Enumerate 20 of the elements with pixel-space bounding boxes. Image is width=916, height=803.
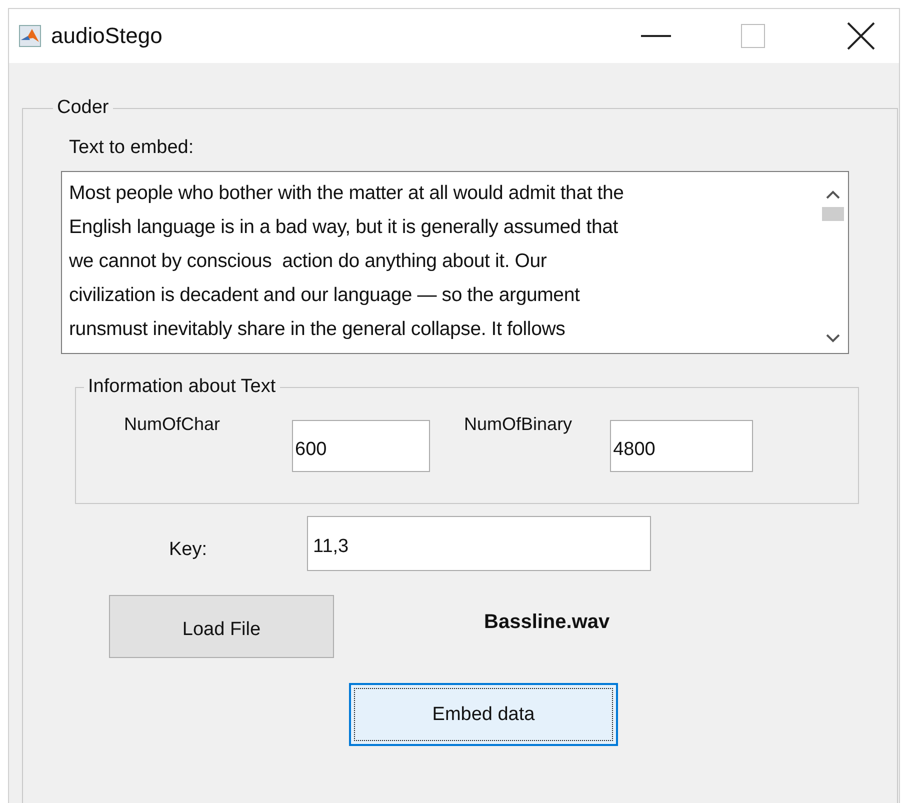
field-label: NumOfChar — [124, 414, 220, 435]
close-icon[interactable] — [847, 22, 875, 50]
app-icon — [19, 25, 41, 47]
panel-title: Coder — [56, 97, 110, 119]
value-field[interactable]: 600 — [292, 420, 430, 472]
file-name: Bassline.wav — [484, 611, 610, 634]
field-label: NumOfBinary — [464, 414, 572, 435]
load-file-button[interactable]: Load File — [109, 595, 334, 658]
text-area[interactable] — [61, 171, 849, 354]
panel-title: Information about Text — [87, 376, 277, 398]
embed-data-button[interactable]: Embed data — [349, 683, 618, 746]
value-field[interactable]: 4800 — [610, 420, 754, 472]
scroll-down-icon[interactable] — [826, 334, 840, 343]
text-content: Most people who bother with the matter at all would admit that the English language is in a bad way, but it is generally assumed that we cannot by conscious action do anything about it. Our civilization is decadent and our language — so the argument runsmust inevitably share in the general collapse. It follows — [68, 181, 625, 342]
text-label: Text to embed: — [69, 137, 195, 159]
key-label: Key: — [169, 539, 208, 561]
scroll-thumb[interactable] — [822, 207, 844, 221]
key-field[interactable]: 11,3 — [307, 516, 652, 571]
scroll-up-icon[interactable] — [826, 190, 840, 199]
window-title: audioStego — [51, 23, 162, 49]
